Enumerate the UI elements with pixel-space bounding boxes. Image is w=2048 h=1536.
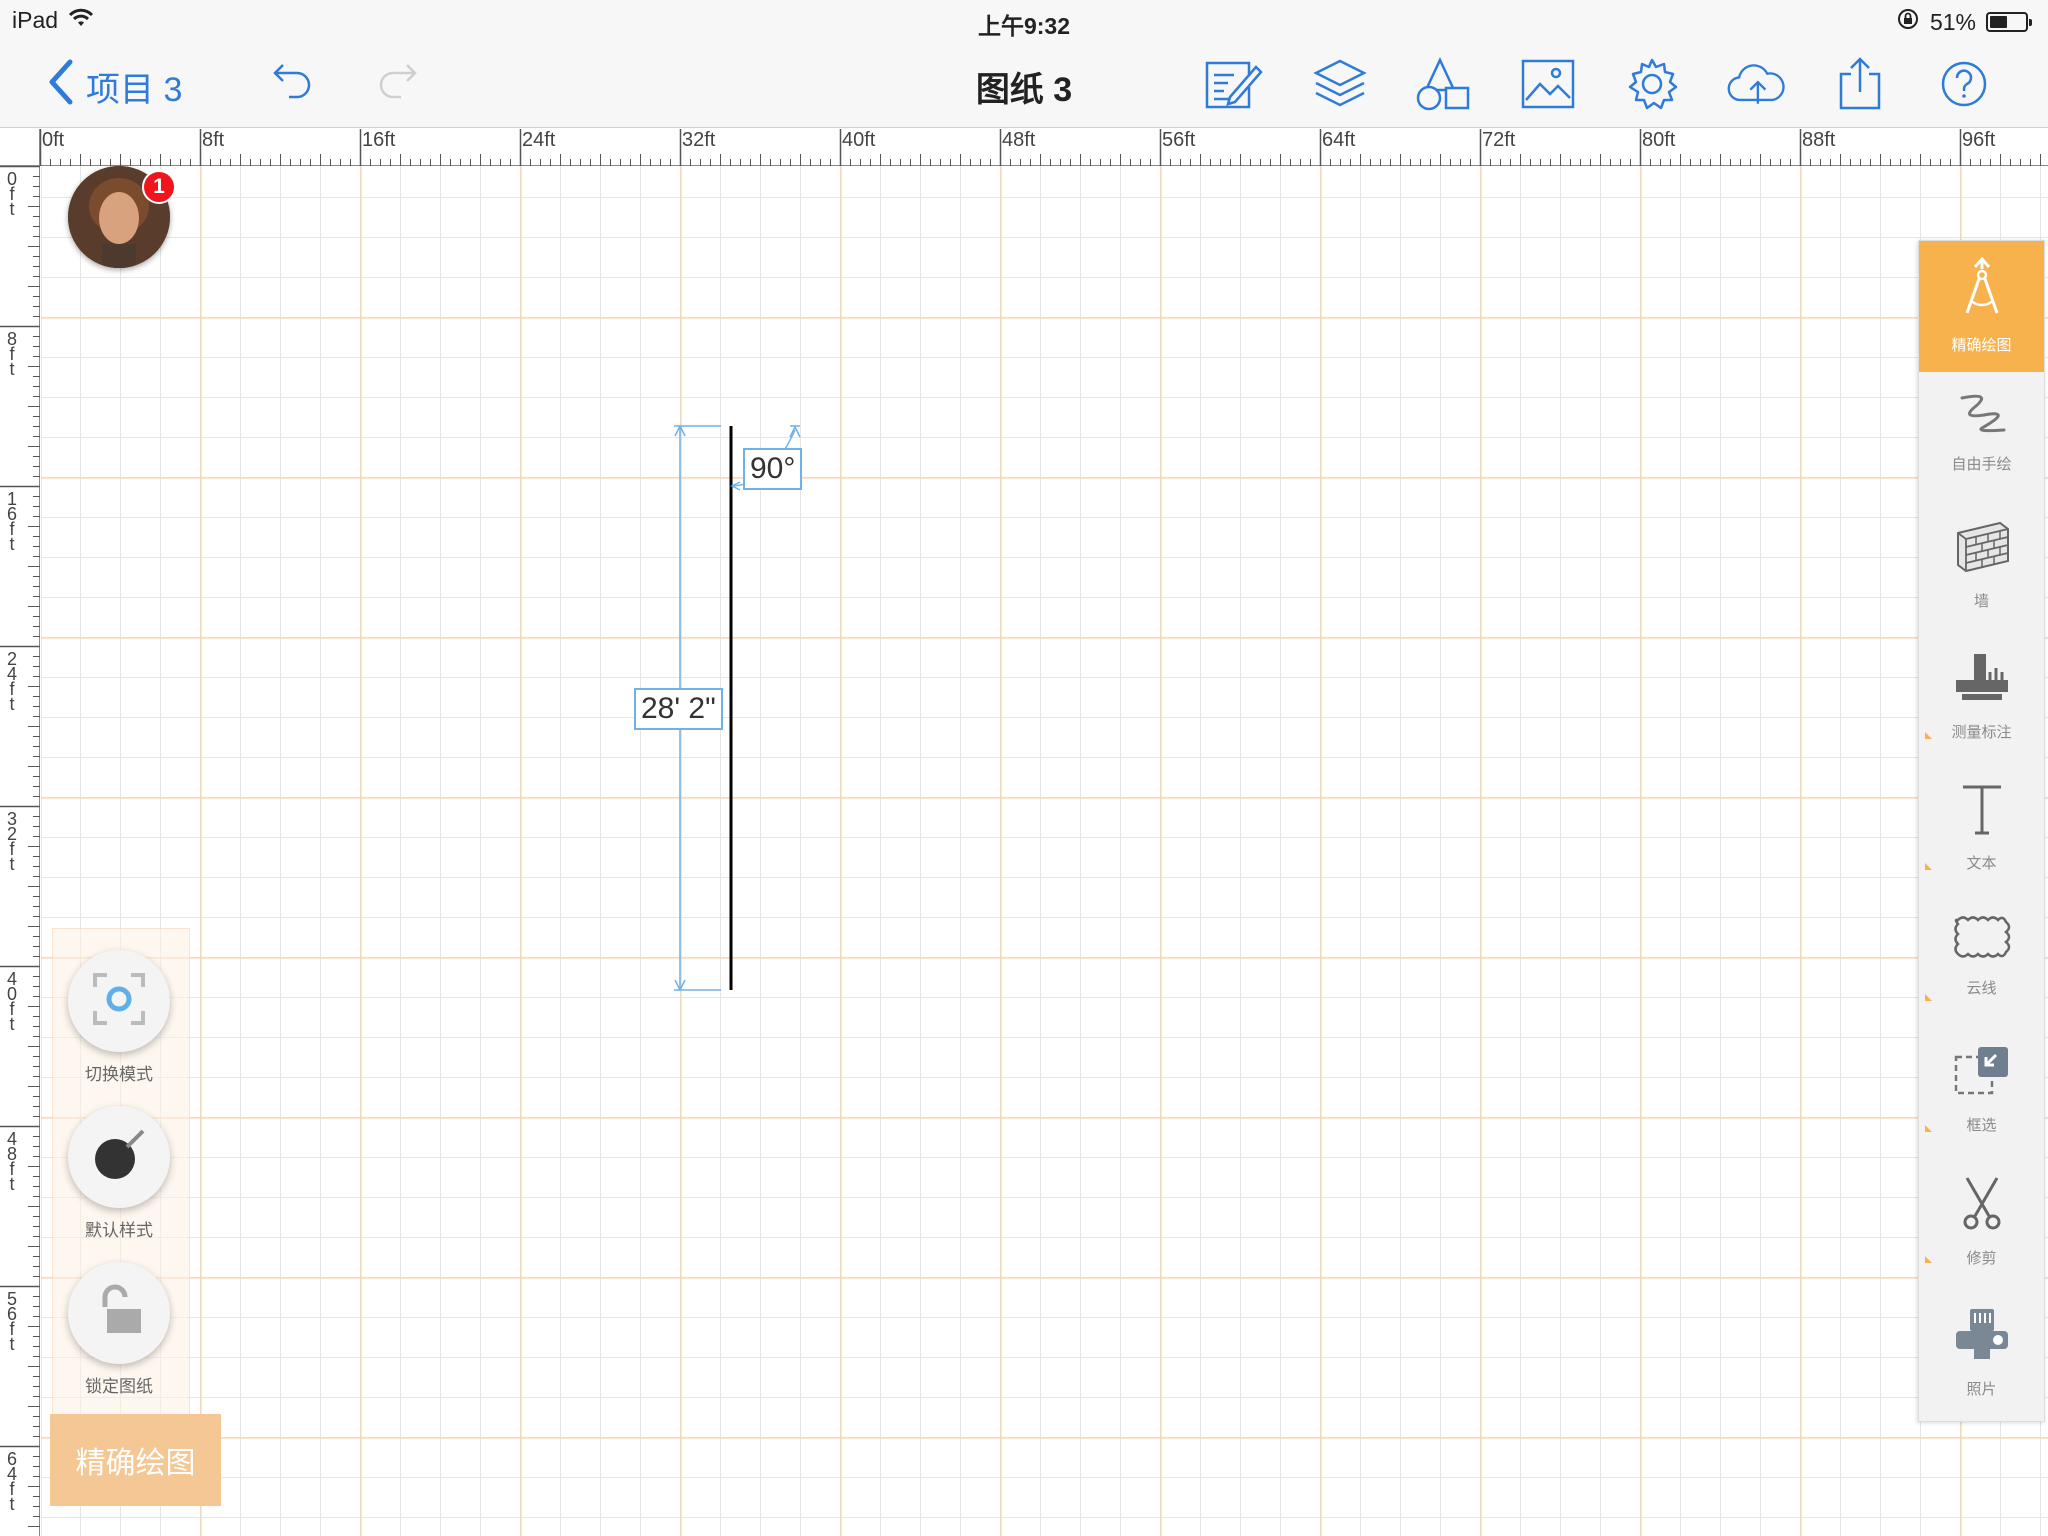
tool-palette: 精确绘图 自由手绘 墙 测量标注 文本 云线 框选 修剪 照片 bbox=[1918, 240, 2045, 1422]
ruler-label: 80ft bbox=[1642, 129, 1676, 151]
ruler-label: 96ft bbox=[1962, 129, 1996, 151]
tool-label: 测量标注 bbox=[1951, 724, 2012, 741]
measure-icon bbox=[1952, 650, 2012, 711]
tool-label: 框选 bbox=[1966, 1117, 1997, 1134]
status-bar: iPad 上午9:32 51% bbox=[0, 0, 2048, 40]
tool-measure[interactable]: 测量标注 bbox=[1919, 634, 2044, 765]
ruler-label: 88ft bbox=[1802, 129, 1836, 151]
tool-cloud-line[interactable]: 云线 bbox=[1919, 896, 2044, 1027]
ruler-label: 24ft bbox=[522, 129, 556, 151]
box-select-icon bbox=[1952, 1043, 2012, 1104]
tool-label: 自由手绘 bbox=[1951, 456, 2012, 473]
tool-wall[interactable]: 墙 bbox=[1919, 503, 2044, 634]
clock: 上午9:32 bbox=[977, 13, 1071, 39]
precise-draw-mode-button[interactable]: 精确绘图 bbox=[50, 1414, 221, 1506]
submenu-indicator bbox=[1925, 1125, 1932, 1132]
tool-label: 墙 bbox=[1973, 593, 1989, 610]
switch-mode-label: 切换模式 bbox=[85, 1065, 153, 1084]
settings-icon[interactable] bbox=[1622, 54, 1682, 114]
submenu-indicator bbox=[1925, 994, 1932, 1001]
ruler-label: 8ft bbox=[202, 129, 225, 151]
brush-icon bbox=[89, 1125, 149, 1190]
tool-label: 文本 bbox=[1966, 855, 1997, 872]
wall-icon bbox=[1952, 519, 2012, 580]
battery-percent: 51% bbox=[1929, 8, 1976, 35]
tool-freehand[interactable]: 自由手绘 bbox=[1919, 372, 2044, 503]
tool-photo[interactable]: 照片 bbox=[1919, 1289, 2044, 1420]
ruler-label: 4 0 f t bbox=[6, 969, 17, 1034]
ruler-label: 56ft bbox=[1162, 129, 1196, 151]
ruler-label: 2 4 f t bbox=[6, 649, 17, 714]
back-label: 项目 3 bbox=[86, 71, 183, 109]
default-style-label: 默认样式 bbox=[85, 1221, 153, 1240]
shapes-icon[interactable] bbox=[1414, 54, 1474, 114]
lock-drawing-label: 锁定图纸 bbox=[85, 1377, 153, 1396]
lock-drawing-button[interactable] bbox=[68, 1262, 170, 1364]
scissors-icon bbox=[1957, 1174, 2007, 1237]
length-dimension-label[interactable]: 28' 2" bbox=[634, 688, 723, 730]
drawing-canvas[interactable] bbox=[41, 166, 2048, 1536]
precision-draw-icon bbox=[1957, 256, 2007, 324]
image-icon[interactable] bbox=[1518, 54, 1578, 114]
tool-precision-draw[interactable]: 精确绘图 bbox=[1919, 241, 2044, 372]
back-button[interactable]: 项目 3 bbox=[46, 58, 182, 115]
rotation-lock-icon bbox=[1896, 7, 1920, 37]
tool-label: 精确绘图 bbox=[1951, 337, 2012, 354]
ruler-label: 0 f t bbox=[6, 169, 17, 219]
camera-focus-icon bbox=[89, 969, 149, 1034]
tool-label: 照片 bbox=[1966, 1381, 1997, 1398]
undo-icon[interactable] bbox=[262, 54, 322, 114]
edit-icon[interactable] bbox=[1204, 54, 1264, 114]
battery-icon bbox=[1986, 12, 2032, 32]
ruler-label: 5 6 f t bbox=[6, 1289, 17, 1354]
ruler-label: 4 8 f t bbox=[6, 1129, 17, 1194]
chevron-left-icon bbox=[46, 58, 74, 115]
ruler-left: 0 f t 8 f t 1 6 f t 2 4 f t 3 2 f t 4 0 f t 4 … bbox=[0, 166, 40, 1536]
redo-icon[interactable] bbox=[368, 54, 428, 114]
cloud-line-icon bbox=[1952, 912, 2012, 967]
unlock-icon bbox=[89, 1281, 149, 1346]
submenu-indicator bbox=[1925, 1256, 1932, 1263]
ruler-label: 1 6 f t bbox=[6, 489, 17, 554]
help-icon[interactable] bbox=[1934, 54, 1994, 114]
switch-mode-button[interactable] bbox=[68, 950, 170, 1052]
text-icon bbox=[1957, 781, 2007, 842]
ruler-label: 8 f t bbox=[6, 329, 17, 379]
photo-icon bbox=[1952, 1305, 2012, 1368]
ruler-corner bbox=[0, 129, 40, 166]
ruler-label: 3 2 f t bbox=[6, 809, 17, 874]
notification-badge: 1 bbox=[142, 170, 176, 204]
ruler-label: 32ft bbox=[682, 129, 716, 151]
submenu-indicator bbox=[1925, 732, 1932, 739]
ruler-label: 48ft bbox=[1002, 129, 1036, 151]
ruler-label: 72ft bbox=[1482, 129, 1516, 151]
angle-dimension-label[interactable]: 90° bbox=[743, 448, 803, 490]
share-icon[interactable] bbox=[1830, 54, 1890, 114]
ruler-label: 40ft bbox=[842, 129, 876, 151]
default-style-button[interactable] bbox=[68, 1106, 170, 1208]
ruler-label: 16ft bbox=[362, 129, 396, 151]
layers-icon[interactable] bbox=[1310, 54, 1370, 114]
tool-label: 云线 bbox=[1966, 980, 1997, 997]
nav-bar: 项目 3 图纸 3 bbox=[0, 40, 2048, 128]
ruler-label: 64ft bbox=[1322, 129, 1356, 151]
freehand-icon bbox=[1952, 388, 2012, 443]
ruler-label: 0ft bbox=[42, 129, 65, 151]
tool-label: 修剪 bbox=[1966, 1250, 1997, 1267]
cloud-upload-icon[interactable] bbox=[1726, 54, 1786, 114]
tool-text[interactable]: 文本 bbox=[1919, 765, 2044, 896]
tool-trim[interactable]: 修剪 bbox=[1919, 1158, 2044, 1289]
ruler-label: 6 4 f t bbox=[6, 1449, 17, 1514]
submenu-indicator bbox=[1925, 863, 1932, 870]
tool-box-select[interactable]: 框选 bbox=[1919, 1027, 2044, 1158]
ruler-top: 0ft 8ft 16ft 24ft 32ft 40ft 48ft 56ft 64… bbox=[40, 129, 2048, 166]
